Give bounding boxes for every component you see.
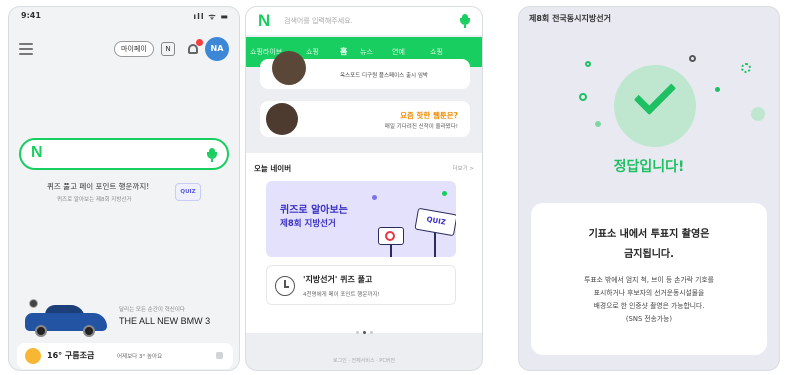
- info-desc-2: 표시하거나 후보자의 선거운동시설물을: [593, 289, 705, 297]
- tab-shopping[interactable]: 쇼핑: [306, 47, 319, 57]
- ad-title: THE ALL NEW BMW 3: [119, 316, 211, 326]
- weather-toggle-icon[interactable]: [216, 352, 223, 359]
- confetti-dot: [372, 195, 377, 200]
- quiz-list-item[interactable]: '지방선거' 퀴즈 풀고 4천명에게 페이 포인트 행운까지!: [266, 265, 456, 305]
- correct-message: 정답입니다!: [613, 159, 685, 175]
- weather-temp: 16° 구름조금: [47, 351, 95, 360]
- screenshot-collage: 9:41 ıll ᯤ ▬ 마이페이 N NA N 퀴즈 풀고 페이 포인트 행운…: [0, 0, 786, 375]
- avatar[interactable]: NA: [205, 37, 229, 61]
- notification-dot: [196, 39, 203, 46]
- car-image[interactable]: [25, 305, 107, 337]
- webtoon-thumbnail: [266, 103, 298, 135]
- confetti-dot: [751, 107, 765, 121]
- info-card: 기표소 내에서 투표지 촬영은 금지됩니다. 투표소 밖에서 엄지 척, 브이 …: [531, 203, 767, 355]
- naver-logo: N: [31, 144, 43, 161]
- success-check-icon: [614, 65, 696, 147]
- confetti-dot: [689, 55, 696, 62]
- info-title-2: 금지됩니다.: [624, 249, 674, 260]
- bmw-ad[interactable]: 달리는 모든 순간이 혁신이다 THE ALL NEW BMW 3: [119, 305, 210, 326]
- search-placeholder: 검색어를 입력해주세요.: [284, 17, 353, 25]
- home-header: 마이페이 N NA: [19, 37, 229, 63]
- today-naver-section: 오늘 네이버 더보기 > 퀴즈로 알아보는 제8회 지방선거 QUIZ '지방선…: [246, 153, 482, 334]
- quiz-badge: QUIZ: [175, 183, 201, 201]
- tab-news[interactable]: 뉴스: [360, 47, 373, 57]
- vote-sign-icon: [378, 227, 404, 245]
- feed-cards: 옥스포드 디구원 플스페이스 출시 임박 요즘 핫한 웹툰은? 매일 기다려진 …: [246, 51, 482, 149]
- ad-tagline: 달리는 모든 순간이 혁신이다: [119, 307, 185, 313]
- quiz-promo[interactable]: 퀴즈 풀고 페이 포인트 행운까지! 퀴즈로 알아보는 제8회 지방선거 QUI…: [29, 181, 219, 203]
- weather-widget[interactable]: 16° 구름조금 어제보다 3° 높아요: [17, 343, 233, 369]
- phone-naver-home: 9:41 ıll ᯤ ▬ 마이페이 N NA N 퀴즈 풀고 페이 포인트 행운…: [8, 6, 240, 371]
- confetti-dot: [715, 87, 720, 92]
- top-search-bar[interactable]: N 검색어를 입력해주세요.: [246, 7, 482, 35]
- info-desc-1: 투표소 밖에서 엄지 척, 브이 등 손가락 기호를: [584, 276, 714, 284]
- quiz-item-title: '지방선거' 퀴즈 풀고: [303, 275, 373, 284]
- info-title-1: 기표소 내에서 투표지 촬영은: [588, 229, 710, 240]
- footer-links[interactable]: 로그인 · 전체서비스 · PC버전: [246, 357, 482, 364]
- sun-icon: [25, 348, 41, 364]
- bell-icon[interactable]: [185, 39, 203, 57]
- naver-square-button[interactable]: N: [161, 42, 175, 56]
- menu-icon[interactable]: [19, 43, 33, 55]
- status-icons: ıll ᯤ ▬: [193, 12, 229, 21]
- status-bar: 9:41 ıll ᯤ ▬: [21, 11, 229, 23]
- webtoon-card[interactable]: 요즘 핫한 웹툰은? 매일 기다려진 신작이 올라왔다!: [260, 101, 470, 137]
- news-card[interactable]: 옥스포드 디구원 플스페이스 출시 임박: [260, 51, 470, 89]
- weather-sub: 어제보다 3° 높아요: [117, 354, 163, 360]
- more-link[interactable]: 더보기 >: [452, 164, 474, 172]
- banner-line1: 퀴즈로 알아보는: [280, 205, 348, 216]
- pay-button[interactable]: 마이페이: [114, 41, 154, 57]
- mic-icon[interactable]: [207, 148, 217, 162]
- mic-icon[interactable]: [460, 14, 470, 28]
- tab-entertainment[interactable]: 연예: [392, 47, 405, 57]
- webtoon-title: 요즘 핫한 웹툰은?: [400, 111, 458, 120]
- phone-naver-feed: N 검색어를 입력해주세요. 쇼핑라이브 쇼핑 홈 뉴스 연예 쇼핑 옥스포드 …: [245, 6, 483, 371]
- news-thumbnail: [272, 51, 306, 85]
- tab-home[interactable]: 홈: [340, 46, 347, 57]
- quiz-banner[interactable]: 퀴즈로 알아보는 제8회 지방선거 QUIZ: [266, 181, 456, 257]
- naver-logo: N: [258, 11, 271, 30]
- phone-quiz-result: 제8회 전국동시지방선거 정답입니다! 기표소 내에서 투표지 촬영은 금지됩니…: [518, 6, 780, 371]
- confetti-dot: [442, 191, 447, 196]
- confetti-dot: [595, 121, 601, 127]
- status-time: 9:41: [21, 11, 41, 20]
- page-title: 제8회 전국동시지방선거: [529, 14, 611, 23]
- quiz-item-sub: 4천명에게 페이 포인트 행운까지!: [303, 292, 380, 298]
- section-title: 오늘 네이버: [254, 164, 292, 173]
- quiz-sign: QUIZ: [414, 207, 456, 237]
- webtoon-sub: 매일 기다려진 신작이 올라왔다!: [384, 124, 458, 130]
- news-card-text: 옥스포드 디구원 플스페이스 출시 임박: [340, 73, 428, 79]
- confetti-dot: [579, 93, 587, 101]
- search-input[interactable]: N: [19, 138, 229, 170]
- clock-icon: [275, 276, 295, 296]
- confetti-dot: [585, 61, 591, 67]
- carousel-pager[interactable]: [354, 319, 375, 338]
- confetti-dot: [741, 63, 751, 73]
- info-desc-3: 배경으로 한 인증샷 촬영은 가능합니다.: [593, 302, 705, 310]
- banner-line2: 제8회 지방선거: [280, 219, 336, 229]
- tab-shopping-2[interactable]: 쇼핑: [430, 47, 443, 57]
- info-desc-4: (SNS 전송가능): [625, 315, 673, 323]
